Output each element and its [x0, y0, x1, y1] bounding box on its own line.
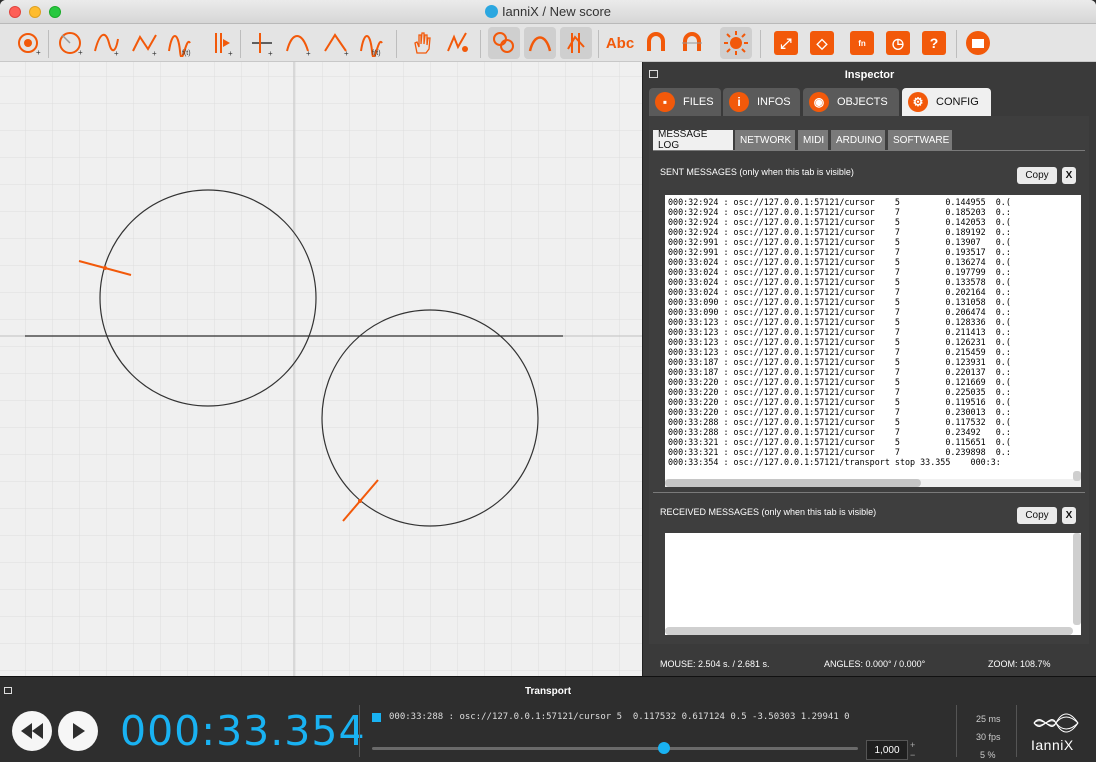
subtab-midi[interactable]: MIDI: [798, 130, 828, 150]
svg-text:+: +: [78, 48, 83, 57]
add-math-cursor-curve-icon[interactable]: f(t): [356, 27, 388, 59]
iannix-logo-text: IanniX: [1031, 737, 1074, 753]
sent-log-hscrollbar[interactable]: [665, 479, 921, 487]
add-smooth-curve-icon[interactable]: +: [90, 27, 122, 59]
fullscreen-icon[interactable]: ⤢: [770, 27, 802, 59]
received-copy-button[interactable]: Copy: [1017, 507, 1057, 524]
subtab-message-log[interactable]: MESSAGE LOG: [653, 129, 733, 151]
svg-text:f(t): f(t): [182, 50, 191, 57]
received-messages-log[interactable]: [665, 533, 1081, 635]
toolbar: + + + + f(t) + + + + f(t) Abc ⤢ ◇ fn ◷ ?: [0, 24, 1096, 62]
hand-tool-icon[interactable]: [406, 27, 438, 59]
svg-text:f(t): f(t): [372, 50, 381, 57]
help-icon[interactable]: ?: [918, 27, 950, 59]
transport-time[interactable]: 000:33.354: [120, 707, 366, 755]
add-straight-curve-icon[interactable]: +: [128, 27, 160, 59]
sent-clear-button[interactable]: X: [1062, 167, 1076, 184]
iannix-logo-icon: [1033, 713, 1079, 733]
tab-files[interactable]: ▪ FILES: [649, 88, 721, 116]
tab-infos[interactable]: i INFOS: [723, 88, 800, 116]
inspector-panel: Inspector ▪ FILES i INFOS ◉ OBJECTS ⚙ CONFIG…: [642, 62, 1096, 676]
play-icon: [73, 723, 85, 739]
tab-config[interactable]: ⚙ CONFIG: [902, 88, 991, 116]
add-point-tool-icon[interactable]: +: [12, 27, 44, 59]
mouse-readout: MOUSE: 2.504 s. / 2.681 s.: [660, 659, 770, 669]
sent-log-vscrollbar[interactable]: [1073, 471, 1081, 481]
svg-text:+: +: [344, 49, 349, 57]
sent-copy-button[interactable]: Copy: [1017, 167, 1057, 184]
rewind-icon: [21, 723, 43, 739]
script-icon[interactable]: fn: [846, 27, 878, 59]
angles-readout: ANGLES: 0.000° / 0.000°: [824, 659, 926, 669]
svg-text:+: +: [306, 49, 311, 57]
add-straight-cursor-curve-icon[interactable]: +: [320, 27, 352, 59]
add-trigger-tool-icon[interactable]: +: [204, 27, 236, 59]
snap-points-icon[interactable]: [560, 27, 592, 59]
tab-objects[interactable]: ◉ OBJECTS: [803, 88, 899, 116]
rewind-button[interactable]: [12, 711, 52, 751]
folder-icon: ▪: [655, 92, 675, 112]
transport-bar: Transport 000:33.354 000:33:288 : osc://…: [0, 676, 1096, 762]
transport-title: Transport: [524, 686, 572, 697]
magnet-alt-icon[interactable]: [676, 27, 708, 59]
config-pane: MESSAGE LOG NETWORK MIDI ARDUINO SOFTWAR…: [649, 116, 1089, 644]
config-icon: ⚙: [908, 92, 928, 112]
perspective-icon[interactable]: ◇: [806, 27, 838, 59]
snap-curve-icon[interactable]: [524, 27, 556, 59]
add-cursor-icon[interactable]: +: [246, 27, 278, 59]
received-clear-button[interactable]: X: [1062, 507, 1076, 524]
timer-icon[interactable]: ◷: [882, 27, 914, 59]
add-math-curve-icon[interactable]: f(t): [164, 27, 196, 59]
play-button[interactable]: [58, 711, 98, 751]
subtab-arduino[interactable]: ARDUINO: [831, 130, 885, 150]
app-icon: [484, 5, 498, 18]
svg-text:+: +: [268, 49, 273, 57]
fps-readout: 30 fps: [976, 732, 1001, 742]
app-window: IanniX / New score + + + + f(t) + + + +: [0, 0, 1096, 762]
received-messages-title: RECEIVED MESSAGES (only when this tab is…: [660, 507, 877, 517]
score-canvas[interactable]: [0, 62, 642, 676]
speed-increment-button[interactable]: +: [910, 741, 918, 750]
sent-messages-title: SENT MESSAGES (only when this tab is vis…: [660, 167, 854, 177]
received-messages-section: RECEIVED MESSAGES (only when this tab is…: [653, 492, 1085, 642]
latency-readout: 25 ms: [976, 714, 1001, 724]
received-log-hscrollbar[interactable]: [665, 627, 1073, 635]
sent-log-text: 000:32:924 : osc://127.0.0.1:57121/curso…: [668, 197, 1011, 467]
svg-text:+: +: [36, 48, 41, 57]
folder-icon[interactable]: [962, 27, 994, 59]
text-tool-button[interactable]: Abc: [604, 27, 636, 59]
inspector-title: Inspector: [844, 69, 895, 81]
add-smooth-cursor-curve-icon[interactable]: +: [282, 27, 314, 59]
speed-slider-knob[interactable]: [657, 742, 670, 754]
sun-icon[interactable]: [720, 27, 752, 59]
speed-field[interactable]: 1,000: [866, 740, 908, 760]
magnet-icon[interactable]: [640, 27, 672, 59]
sent-messages-section: SENT MESSAGES (only when this tab is vis…: [653, 150, 1085, 488]
speed-slider[interactable]: [372, 747, 858, 750]
speed-decrement-button[interactable]: −: [910, 751, 918, 760]
cpu-readout: 5 %: [980, 750, 996, 760]
cursor-1-head: [103, 266, 107, 270]
inspector-status-bar: MOUSE: 2.504 s. / 2.681 s. ANGLES: 0.000…: [643, 656, 1096, 676]
transport-last-message: 000:33:288 : osc://127.0.0.1:57121/curso…: [389, 712, 850, 722]
message-indicator: [372, 713, 381, 722]
freehand-tool-icon[interactable]: [442, 27, 474, 59]
title-bar: IanniX / New score: [0, 0, 1096, 24]
sent-messages-log[interactable]: 000:32:924 : osc://127.0.0.1:57121/curso…: [665, 195, 1081, 487]
svg-text:+: +: [228, 49, 233, 57]
eye-icon: ◉: [809, 92, 829, 112]
cursor-2-head: [358, 499, 362, 503]
score-drawing: [0, 62, 642, 676]
subtab-network[interactable]: NETWORK: [735, 130, 795, 150]
received-log-vscrollbar[interactable]: [1073, 533, 1081, 625]
zoom-readout: ZOOM: 108.7%: [988, 659, 1051, 669]
add-circle-curve-icon[interactable]: +: [54, 27, 86, 59]
subtab-software[interactable]: SOFTWARE: [888, 130, 952, 150]
svg-text:+: +: [114, 49, 119, 57]
snap-grid-icon[interactable]: [488, 27, 520, 59]
svg-text:+: +: [152, 49, 157, 57]
info-icon: i: [729, 92, 749, 112]
window-title: IanniX / New score: [501, 4, 612, 19]
